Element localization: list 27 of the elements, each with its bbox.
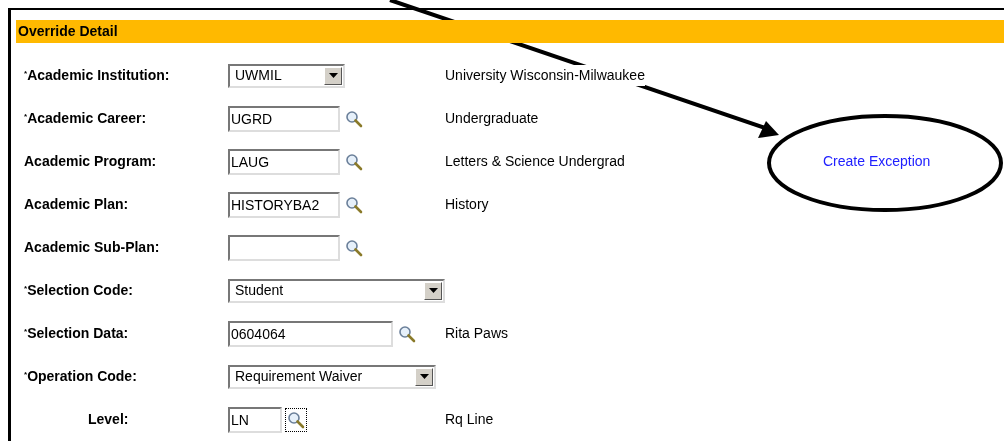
section-title: Override Detail [18, 22, 118, 41]
input-field[interactable]: LN [228, 406, 282, 433]
description-text: History [445, 195, 489, 214]
field-label: $^{*}$Selection Code: [23, 281, 134, 300]
field-label: Level: [87, 410, 130, 429]
dropdown[interactable]: Requirement Waiver [228, 364, 436, 389]
description-text: Letters & Science Undergrad [445, 152, 625, 171]
input-field[interactable]: 0604064 [228, 320, 393, 347]
field-label: $^{*}$Academic Career: [23, 109, 148, 128]
create-exception-link[interactable]: Create Exception [823, 151, 931, 172]
input-field[interactable]: HISTORYBA2 [228, 191, 340, 218]
input-field[interactable]: LAUG [228, 148, 340, 175]
field-label: Academic Sub-Plan: [23, 238, 161, 257]
description-text: University Wisconsin-Milwaukee [445, 65, 645, 86]
description-text: Rita Paws [445, 324, 509, 343]
description-text: Undergraduate [445, 109, 539, 128]
input-field[interactable]: UGRD [228, 105, 340, 132]
field-label: $^{*}$Academic Institution: [23, 66, 171, 85]
field-label: $^{*}$Operation Code: [23, 367, 138, 386]
input-field[interactable] [228, 234, 340, 261]
dropdown[interactable]: Student [228, 278, 445, 303]
field-label: $^{*}$Selection Data: [23, 324, 130, 343]
field-label: Academic Plan: [23, 195, 130, 214]
description-text: Rq Line [445, 410, 494, 429]
field-label: Academic Program: [23, 152, 158, 171]
search-icon[interactable] [285, 407, 307, 432]
dropdown[interactable]: UWMIL [228, 63, 345, 88]
